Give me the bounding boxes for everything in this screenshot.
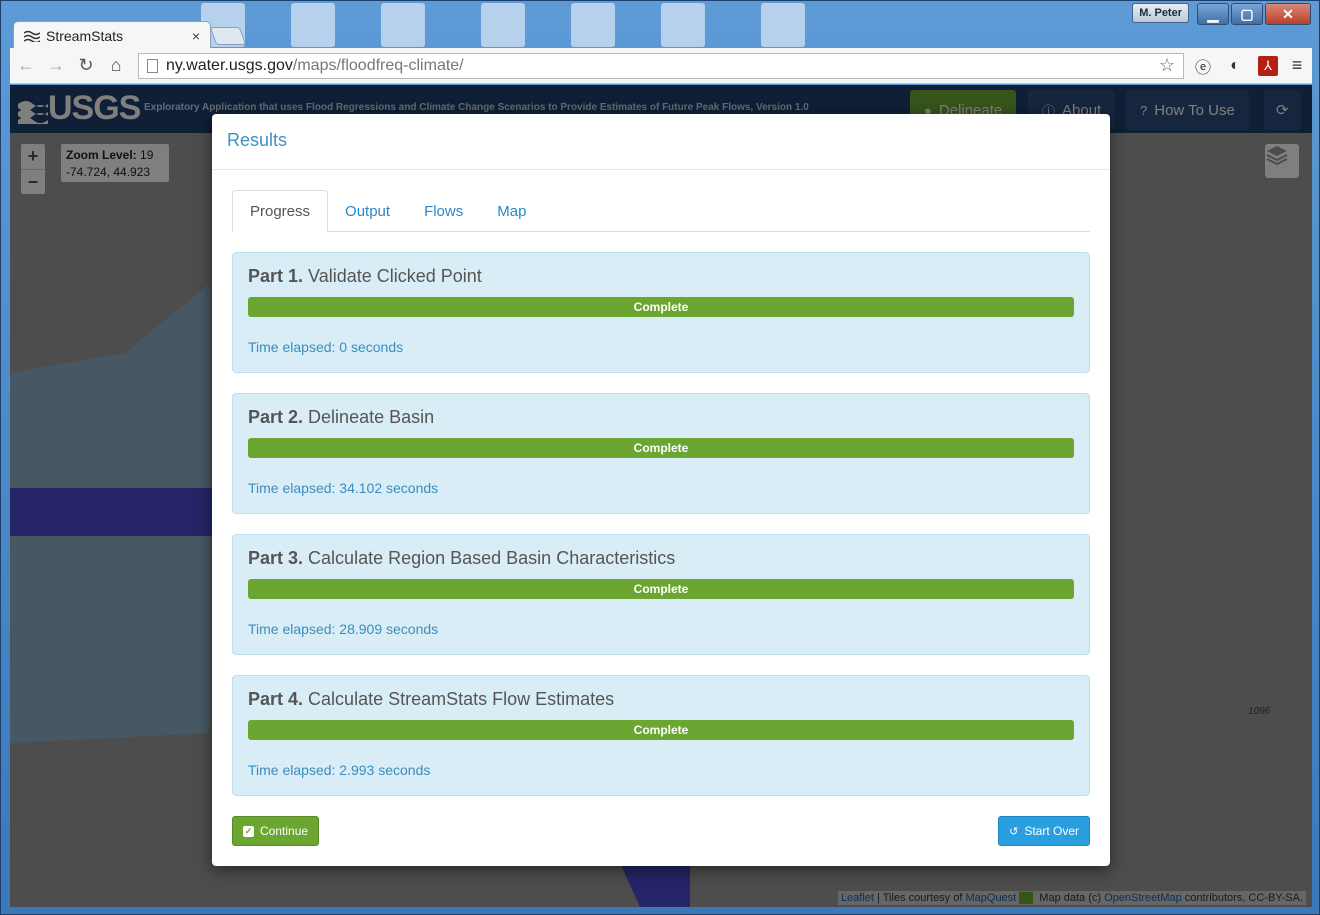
modal-title: Results — [227, 130, 288, 150]
adobe-pdf-icon[interactable]: ⅄ — [1258, 55, 1278, 76]
arrow-right-icon: → — [47, 55, 65, 75]
progress-bar: Complete — [248, 720, 1074, 740]
waves-favicon-icon — [24, 30, 40, 42]
window-controls: M. Peter ▁ ▢ ✕ — [1132, 3, 1311, 25]
minimize-button[interactable]: ▁ — [1197, 3, 1229, 25]
arrow-left-icon: ← — [17, 55, 35, 75]
continue-label: Continue — [260, 824, 309, 838]
taskbar-thumb[interactable] — [381, 3, 425, 47]
part-heading: Part 2. Delineate Basin — [248, 407, 1074, 428]
bookmark-star-icon[interactable]: ☆ — [1159, 55, 1175, 76]
modal-header: Results — [212, 114, 1110, 170]
part-panel: Part 2. Delineate Basin Complete Time el… — [232, 393, 1090, 514]
taskbar-thumb[interactable] — [291, 3, 335, 47]
continue-button[interactable]: ✓ Continue — [232, 816, 320, 846]
close-icon: ✕ — [1282, 5, 1294, 22]
back-button[interactable]: ← — [12, 52, 40, 80]
close-window-button[interactable]: ✕ — [1265, 3, 1311, 25]
progress-label: Complete — [633, 441, 689, 455]
part-name: Delineate Basin — [308, 407, 435, 427]
user-badge[interactable]: M. Peter — [1132, 3, 1189, 23]
part-number: Part 1. — [248, 266, 304, 286]
tab-title: StreamStats — [46, 27, 124, 44]
part-name: Calculate Region Based Basin Characteris… — [308, 548, 676, 568]
url-path: /maps/floodfreq-climate/ — [292, 56, 464, 74]
checkbox-icon: ✓ — [243, 825, 254, 837]
reload-button[interactable]: ↻ — [72, 52, 100, 80]
reload-icon: ↻ — [78, 55, 94, 75]
part-panel: Part 1. Validate Clicked Point Complete … — [232, 252, 1090, 373]
part-heading: Part 4. Calculate StreamStats Flow Estim… — [248, 689, 1074, 710]
taskbar-thumbnails — [151, 1, 851, 47]
tab-close-icon[interactable]: × — [192, 28, 200, 44]
browser-tab[interactable]: StreamStats × — [13, 21, 211, 49]
address-bar[interactable]: ny.water.usgs.gov/maps/floodfreq-climate… — [138, 52, 1184, 79]
tab-progress[interactable]: Progress — [232, 190, 329, 232]
time-elapsed: Time elapsed: 0 seconds — [248, 339, 404, 355]
page-icon — [147, 58, 158, 73]
part-panel: Part 3. Calculate Region Based Basin Cha… — [232, 534, 1090, 655]
url-host: ny.water.usgs.gov — [166, 56, 293, 74]
tab-flows[interactable]: Flows — [407, 190, 480, 232]
part-heading: Part 3. Calculate Region Based Basin Cha… — [248, 548, 1074, 569]
results-modal: Results Progress Output Flows Map Part 1… — [212, 114, 1110, 866]
part-panel: Part 4. Calculate StreamStats Flow Estim… — [232, 675, 1090, 796]
part-number: Part 4. — [248, 689, 304, 709]
maximize-icon: ▢ — [1240, 5, 1254, 22]
minimize-icon: ▁ — [1207, 5, 1219, 22]
taskbar-thumb[interactable] — [481, 3, 525, 47]
part-name: Validate Clicked Point — [308, 266, 482, 286]
progress-bar: Complete — [248, 579, 1074, 599]
tab-map[interactable]: Map — [480, 190, 543, 232]
extension-e-icon[interactable]: ⓔ — [1190, 53, 1216, 79]
part-heading: Part 1. Validate Clicked Point — [248, 266, 1074, 287]
taskbar-thumb[interactable] — [661, 3, 705, 47]
progress-label: Complete — [633, 300, 689, 314]
menu-icon[interactable]: ≡ — [1284, 53, 1310, 79]
undo-icon: ↺ — [1009, 825, 1019, 838]
progress-label: Complete — [633, 582, 689, 596]
maximize-button[interactable]: ▢ — [1231, 3, 1263, 25]
home-icon: ⌂ — [110, 55, 122, 75]
taskbar-thumb[interactable] — [761, 3, 805, 47]
part-number: Part 2. — [248, 407, 304, 427]
home-button[interactable]: ⌂ — [102, 52, 130, 80]
browser-window: M. Peter ▁ ▢ ✕ StreamStats × ← → ↻ ⌂ ny.… — [0, 0, 1320, 915]
browser-toolbar: ← → ↻ ⌂ ny.water.usgs.gov/maps/floodfreq… — [10, 48, 1312, 84]
new-tab-button[interactable] — [209, 27, 247, 45]
time-elapsed: Time elapsed: 34.102 seconds — [248, 480, 439, 496]
forward-button[interactable]: → — [42, 52, 70, 80]
start-over-label: Start Over — [1024, 824, 1079, 838]
progress-bar: Complete — [248, 438, 1074, 458]
time-elapsed: Time elapsed: 2.993 seconds — [248, 762, 431, 778]
taskbar-thumb[interactable] — [571, 3, 615, 47]
extension-shield-icon[interactable]: ◐ — [1222, 53, 1248, 79]
progress-bar: Complete — [248, 297, 1074, 317]
part-number: Part 3. — [248, 548, 304, 568]
tab-output[interactable]: Output — [328, 190, 407, 232]
progress-label: Complete — [633, 723, 689, 737]
results-tabs: Progress Output Flows Map — [232, 190, 1090, 232]
part-name: Calculate StreamStats Flow Estimates — [308, 689, 615, 709]
time-elapsed: Time elapsed: 28.909 seconds — [248, 621, 439, 637]
start-over-button[interactable]: ↺ Start Over — [998, 816, 1090, 846]
